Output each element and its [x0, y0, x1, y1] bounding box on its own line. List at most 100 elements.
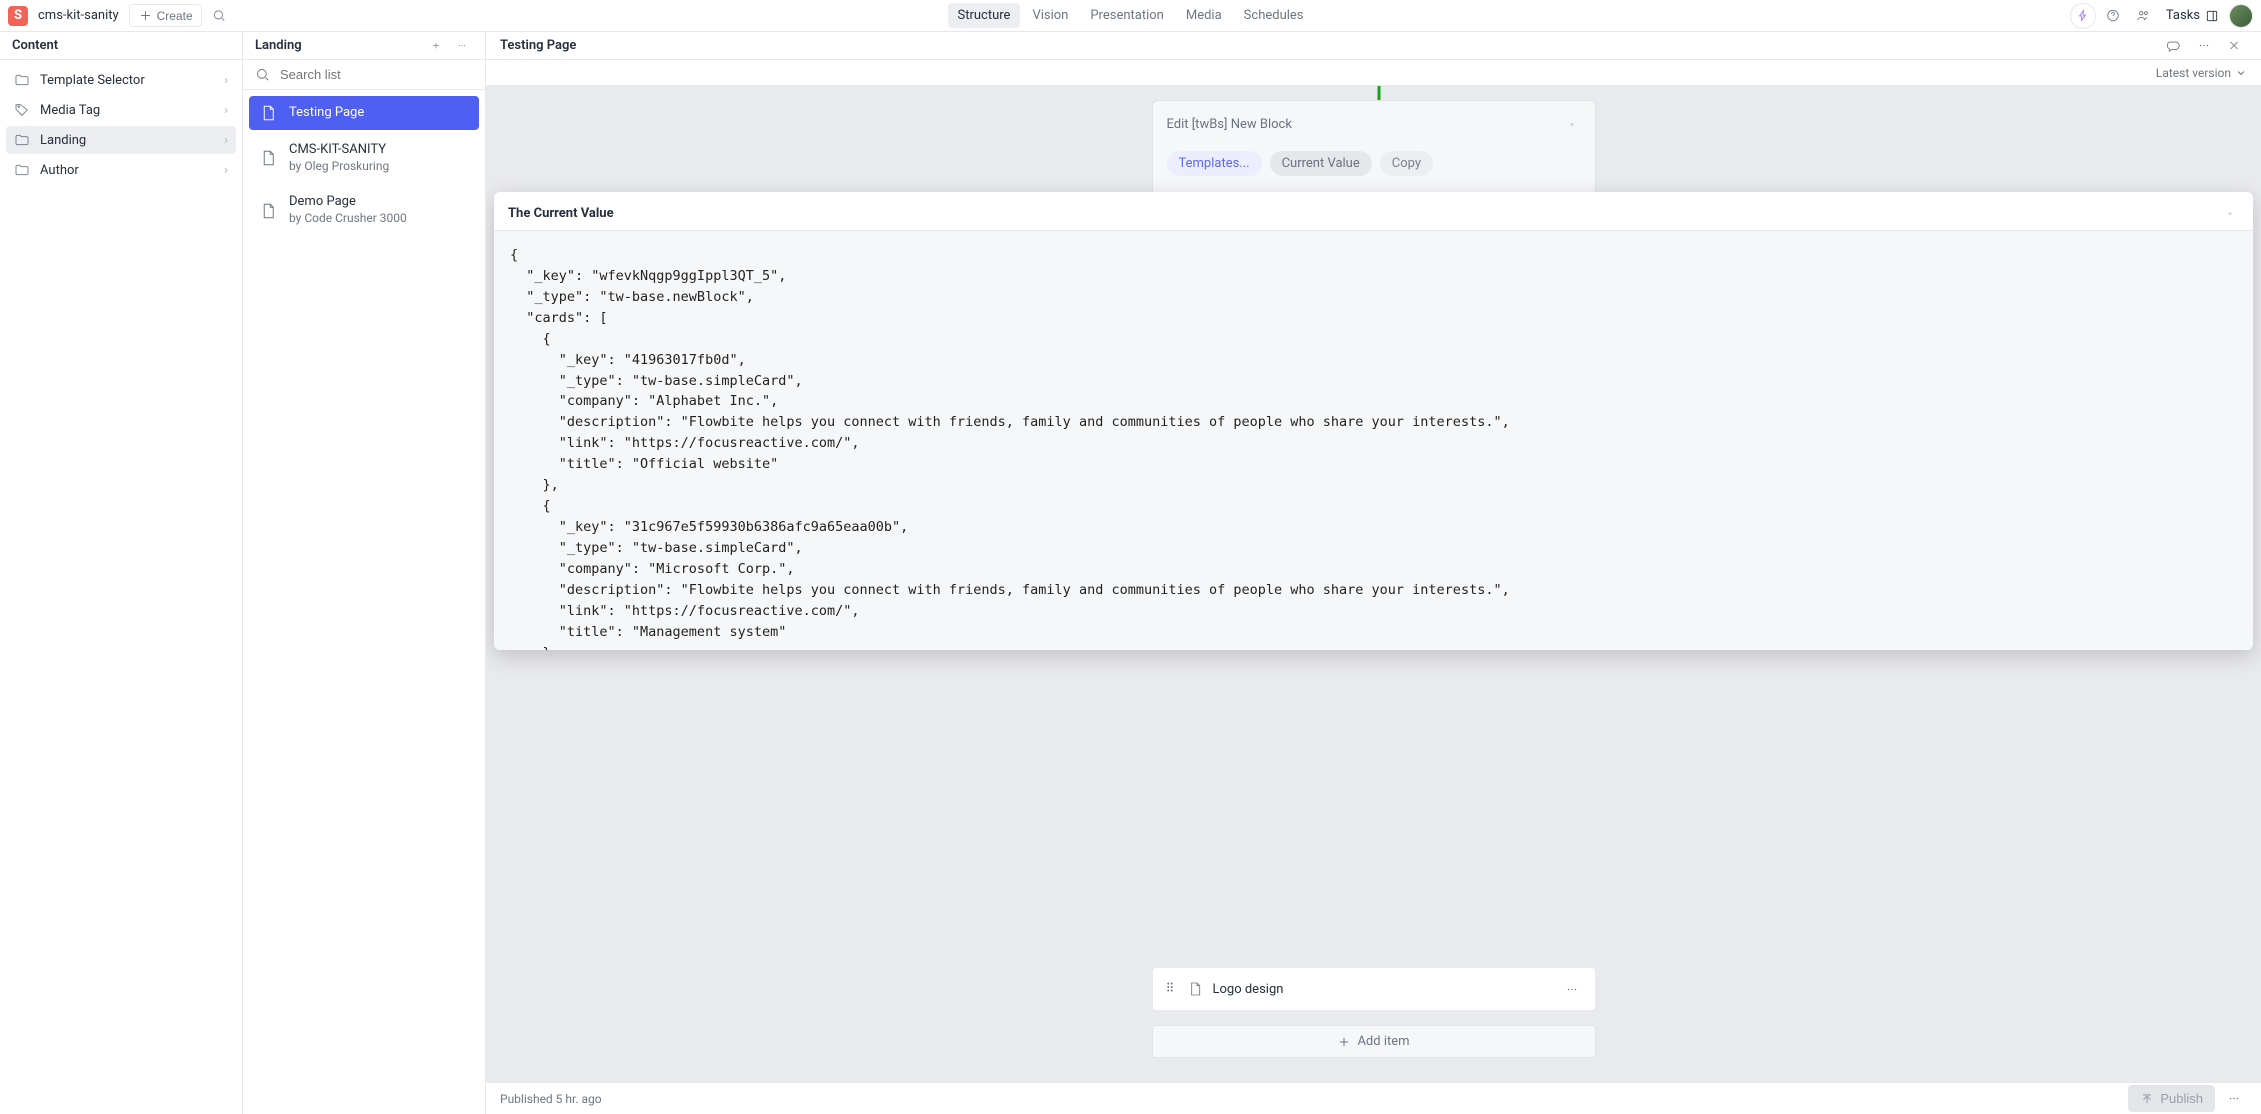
document-icon: [259, 149, 277, 167]
create-button-label: Create: [157, 9, 193, 23]
search-row: [243, 60, 485, 90]
main-layout: Content Template Selector › Media Tag ›: [0, 32, 2261, 1114]
lightning-icon: [2077, 8, 2089, 23]
doc-item-demo-page[interactable]: Demo Page by Code Crusher 3000: [249, 186, 479, 234]
search-icon: [255, 67, 270, 82]
tab-media[interactable]: Media: [1176, 3, 1232, 28]
sidebar-item-label: Author: [40, 163, 79, 178]
plus-icon: [431, 38, 441, 53]
chip-current-value[interactable]: Current Value: [1270, 151, 1372, 176]
search-button[interactable]: [206, 3, 232, 29]
avatar[interactable]: [2229, 4, 2253, 28]
add-item-button[interactable]: Add item: [1152, 1025, 1596, 1058]
close-editor-button[interactable]: [2221, 33, 2247, 59]
chevron-right-icon: ›: [224, 103, 228, 118]
doc-title: Demo Page: [289, 194, 407, 211]
current-value-popover: The Current Value { "_key": "wfevkNqgp9g…: [494, 192, 2253, 650]
tab-schedules[interactable]: Schedules: [1234, 3, 1314, 28]
sidebar-item-label: Media Tag: [40, 103, 100, 118]
create-button[interactable]: Create: [129, 4, 202, 27]
content-pane-title: Content: [12, 38, 58, 53]
sidebar-item-landing[interactable]: Landing ›: [6, 126, 236, 154]
users-icon: [2136, 8, 2150, 23]
help-button[interactable]: [2100, 3, 2126, 29]
sidebar-item-label: Landing: [40, 133, 86, 148]
drag-handle[interactable]: [1163, 980, 1177, 998]
editor-pane: Testing Page Latest version: [486, 32, 2261, 1114]
chip-copy[interactable]: Copy: [1380, 151, 1433, 176]
comments-button[interactable]: [2161, 33, 2187, 59]
close-icon: [2227, 206, 2233, 221]
more-icon: [2197, 38, 2211, 53]
dialog-close-button[interactable]: [1563, 115, 1581, 133]
sidebar-item-author[interactable]: Author ›: [6, 156, 236, 184]
tab-presentation[interactable]: Presentation: [1080, 3, 1174, 28]
chevron-right-icon: ›: [224, 73, 228, 88]
popover-code[interactable]: { "_key": "wfevkNqgp9ggIppl3QT_5", "_typ…: [494, 230, 2253, 650]
document-icon: [259, 104, 277, 122]
editor-canvas: Edit [twBs] New Block Templates... Curre…: [486, 86, 2261, 1082]
version-label[interactable]: Latest version: [2156, 66, 2231, 80]
tab-vision[interactable]: Vision: [1022, 3, 1078, 28]
publish-label: Publish: [2160, 1091, 2203, 1106]
more-icon: [1565, 982, 1579, 997]
tasks-label: Tasks: [2166, 8, 2200, 23]
plus-icon: [138, 8, 153, 23]
sidebar-item-template-selector[interactable]: Template Selector ›: [6, 66, 236, 94]
tasks-button[interactable]: Tasks: [2160, 8, 2225, 23]
doc-title: Testing Page: [289, 105, 364, 122]
new-doc-button[interactable]: [425, 35, 447, 57]
more-icon: [2227, 1091, 2241, 1106]
add-item-label: Add item: [1357, 1034, 1409, 1049]
comment-icon: [2167, 38, 2181, 53]
topbar: S cms-kit-sanity Create Structure Vision…: [0, 0, 2261, 32]
editor-footer: Published 5 hr. ago Publish: [486, 1082, 2261, 1114]
dialog-title: Edit [twBs] New Block: [1167, 117, 1292, 132]
popover-close-button[interactable]: [2221, 204, 2239, 222]
chevron-right-icon: ›: [224, 163, 228, 178]
folder-icon: [14, 132, 30, 148]
more-icon: [457, 38, 467, 53]
footer-status: Published 5 hr. ago: [500, 1092, 602, 1106]
close-icon: [1569, 117, 1575, 132]
card-row-logo-design[interactable]: Logo design: [1152, 967, 1596, 1011]
publish-button[interactable]: Publish: [2128, 1085, 2215, 1112]
project-name[interactable]: cms-kit-sanity: [32, 8, 125, 23]
panel-icon: [2205, 9, 2219, 23]
publish-icon: [2140, 1092, 2154, 1106]
editor-menu-button[interactable]: [2191, 33, 2217, 59]
drag-icon: [1163, 980, 1177, 994]
doc-item-testing-page[interactable]: Testing Page: [249, 96, 479, 130]
nav-tabs: Structure Vision Presentation Media Sche…: [947, 3, 1313, 28]
card-row-label: Logo design: [1213, 982, 1284, 997]
folder-icon: [14, 162, 30, 178]
sanity-logo[interactable]: S: [8, 6, 28, 26]
pane-menu-button[interactable]: [451, 35, 473, 57]
plus-icon: [1337, 1035, 1351, 1049]
help-icon: [2106, 8, 2120, 23]
doc-title: CMS-KIT-SANITY: [289, 142, 389, 159]
card-row-menu[interactable]: [1559, 976, 1585, 1002]
sidebar-item-label: Template Selector: [40, 73, 145, 88]
close-icon: [2227, 38, 2241, 53]
footer-menu-button[interactable]: [2221, 1086, 2247, 1112]
doc-subtitle: by Code Crusher 3000: [289, 211, 407, 227]
search-icon: [212, 8, 226, 23]
landing-pane: Landing Testing Page: [243, 32, 486, 1114]
content-pane: Content Template Selector › Media Tag ›: [0, 32, 243, 1114]
cards-list-bottom: Logo design Add item: [1152, 967, 1596, 1058]
spark-button[interactable]: [2070, 3, 2096, 29]
folder-icon: [14, 72, 30, 88]
edit-block-dialog: Edit [twBs] New Block Templates... Curre…: [1152, 100, 1596, 195]
doc-item-cms-kit-sanity[interactable]: CMS-KIT-SANITY by Oleg Proskuring: [249, 134, 479, 182]
chevron-down-icon: [2235, 67, 2247, 79]
chip-templates[interactable]: Templates...: [1167, 151, 1262, 176]
search-input[interactable]: [278, 66, 473, 83]
sidebar-item-media-tag[interactable]: Media Tag ›: [6, 96, 236, 124]
doc-subtitle: by Oleg Proskuring: [289, 159, 389, 175]
editor-title: Testing Page: [500, 38, 576, 53]
document-icon: [1187, 981, 1203, 997]
popover-title: The Current Value: [508, 206, 614, 221]
presence-button[interactable]: [2130, 3, 2156, 29]
tab-structure[interactable]: Structure: [947, 3, 1020, 28]
